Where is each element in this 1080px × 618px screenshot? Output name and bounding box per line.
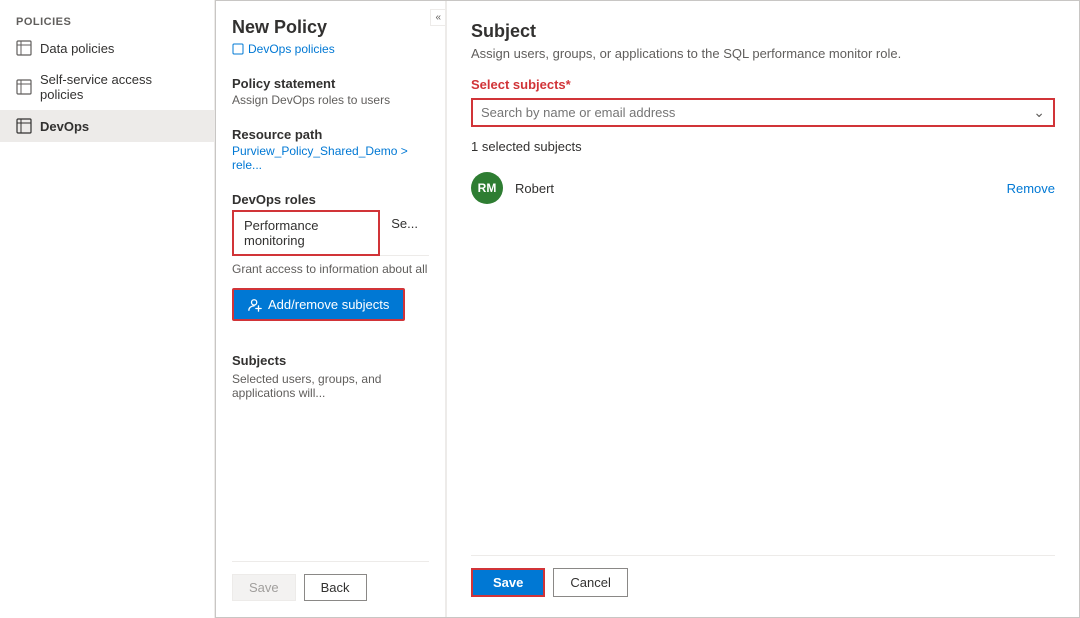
- add-person-icon: [248, 298, 262, 312]
- subject-name: Robert: [515, 181, 995, 196]
- tab-performance-monitoring[interactable]: Performance monitoring: [232, 210, 380, 256]
- breadcrumb-icon: [232, 43, 244, 55]
- roles-tab-container: Performance monitoring Se...: [232, 209, 429, 256]
- statement-label: Policy statement: [232, 76, 429, 91]
- search-input[interactable]: [481, 105, 1033, 120]
- sidebar-item-label: Self-service access policies: [40, 72, 198, 102]
- resource-path: Purview_Policy_Shared_Demo > rele...: [232, 144, 429, 172]
- policy-statement-section: Policy statement Assign DevOps roles to …: [232, 76, 429, 107]
- policy-footer: Save Back: [232, 561, 429, 601]
- sidebar-item-self-service[interactable]: Self-service access policies: [0, 64, 214, 110]
- roles-label: DevOps roles: [232, 192, 429, 207]
- subject-footer: Save Cancel: [471, 555, 1055, 597]
- devops-icon: [16, 118, 32, 134]
- remove-subject-button[interactable]: Remove: [1007, 181, 1055, 196]
- policy-panel: « New Policy DevOps policies Policy stat…: [216, 1, 446, 617]
- subject-item: RM Robert Remove: [471, 166, 1055, 210]
- sidebar-item-data-policies[interactable]: Data policies: [0, 32, 214, 64]
- new-policy-section: New Policy DevOps policies: [232, 17, 429, 56]
- sidebar-item-devops[interactable]: DevOps: [0, 110, 214, 142]
- sidebar-item-label: Data policies: [40, 41, 114, 56]
- policy-save-button: Save: [232, 574, 296, 601]
- sidebar-heading: Policies: [0, 8, 214, 32]
- selected-count: 1 selected subjects: [471, 139, 1055, 154]
- subject-title: Subject: [471, 21, 1055, 42]
- data-policies-icon: [16, 40, 32, 56]
- subjects-title: Subjects: [232, 353, 429, 368]
- policy-breadcrumb[interactable]: DevOps policies: [232, 42, 429, 56]
- avatar: RM: [471, 172, 503, 204]
- subjects-desc: Selected users, groups, and applications…: [232, 372, 429, 400]
- self-service-icon: [16, 79, 32, 95]
- search-container: ⌄: [471, 98, 1055, 127]
- add-remove-subjects-button[interactable]: Add/remove subjects: [232, 288, 405, 321]
- subject-subtitle: Assign users, groups, or applications to…: [471, 46, 1055, 61]
- required-marker: *: [566, 77, 571, 92]
- subject-cancel-button[interactable]: Cancel: [553, 568, 627, 597]
- statement-desc: Assign DevOps roles to users: [232, 93, 429, 107]
- chevron-down-icon[interactable]: ⌄: [1033, 104, 1045, 121]
- sidebar-item-label: DevOps: [40, 119, 89, 134]
- collapse-button[interactable]: «: [430, 9, 446, 26]
- tab-security[interactable]: Se...: [380, 209, 429, 255]
- main-area: « New Policy DevOps policies Policy stat…: [215, 0, 1080, 618]
- role-desc: Grant access to information about all: [232, 262, 429, 276]
- devops-roles-section: DevOps roles Performance monitoring Se..…: [232, 192, 429, 321]
- resource-path-section: Resource path Purview_Policy_Shared_Demo…: [232, 127, 429, 172]
- select-subjects-label: Select subjects*: [471, 77, 1055, 92]
- policy-title: New Policy: [232, 17, 429, 38]
- resource-label: Resource path: [232, 127, 429, 142]
- sidebar: Policies Data policies Self-service acce…: [0, 0, 215, 618]
- policy-back-button[interactable]: Back: [304, 574, 367, 601]
- subject-save-button[interactable]: Save: [471, 568, 545, 597]
- subject-panel: Subject Assign users, groups, or applica…: [446, 1, 1079, 617]
- subjects-section: Subjects Selected users, groups, and app…: [232, 353, 429, 400]
